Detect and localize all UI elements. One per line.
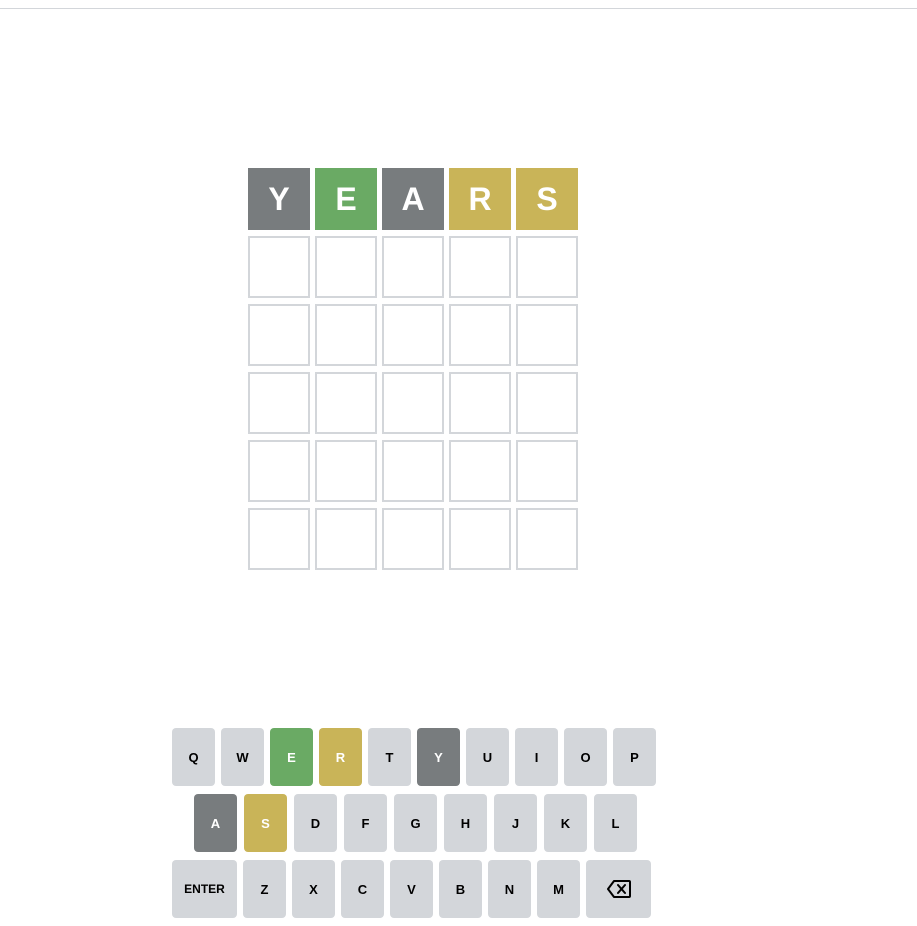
backspace-icon xyxy=(606,880,631,898)
key-v[interactable]: V xyxy=(390,860,433,918)
key-e[interactable]: E xyxy=(270,728,313,786)
enter-key[interactable]: ENTER xyxy=(172,860,237,918)
board-tile-r2-c1 xyxy=(248,236,310,298)
board-tile-r6-c5 xyxy=(516,508,578,570)
board-tile-r1-c1: Y xyxy=(248,168,310,230)
key-b[interactable]: B xyxy=(439,860,482,918)
board-tile-r4-c2 xyxy=(315,372,377,434)
keyboard-row-3: ENTER Z X C V B N M xyxy=(172,860,662,918)
board-tile-r1-c3: A xyxy=(382,168,444,230)
key-w[interactable]: W xyxy=(221,728,264,786)
board-tile-r6-c1 xyxy=(248,508,310,570)
key-y[interactable]: Y xyxy=(417,728,460,786)
key-o[interactable]: O xyxy=(564,728,607,786)
game-board: YEARS xyxy=(248,168,578,570)
board-tile-r2-c2 xyxy=(315,236,377,298)
on-screen-keyboard: Q W E R T Y U I O P A S D F G H J K L ENTER Z X C V B N M xyxy=(172,728,662,926)
board-tile-r2-c3 xyxy=(382,236,444,298)
board-tile-r3-c1 xyxy=(248,304,310,366)
key-u[interactable]: U xyxy=(466,728,509,786)
board-tile-r5-c4 xyxy=(449,440,511,502)
board-tile-r6-c2 xyxy=(315,508,377,570)
board-tile-r2-c4 xyxy=(449,236,511,298)
key-n[interactable]: N xyxy=(488,860,531,918)
key-g[interactable]: G xyxy=(394,794,437,852)
board-tile-r5-c3 xyxy=(382,440,444,502)
key-k[interactable]: K xyxy=(544,794,587,852)
board-tile-r6-c4 xyxy=(449,508,511,570)
board-tile-r3-c5 xyxy=(516,304,578,366)
board-tile-r5-c2 xyxy=(315,440,377,502)
keyboard-row-1: QWERTYUIOP xyxy=(172,728,662,786)
board-tile-r4-c5 xyxy=(516,372,578,434)
keyboard-row-2: ASDFGHJKL xyxy=(172,794,662,852)
key-j[interactable]: J xyxy=(494,794,537,852)
key-r[interactable]: R xyxy=(319,728,362,786)
key-s[interactable]: S xyxy=(244,794,287,852)
key-h[interactable]: H xyxy=(444,794,487,852)
key-l[interactable]: L xyxy=(594,794,637,852)
board-tile-r3-c2 xyxy=(315,304,377,366)
key-c[interactable]: C xyxy=(341,860,384,918)
board-tile-r5-c1 xyxy=(248,440,310,502)
board-tile-r1-c4: R xyxy=(449,168,511,230)
board-tile-r4-c4 xyxy=(449,372,511,434)
board-tile-r6-c3 xyxy=(382,508,444,570)
key-x[interactable]: X xyxy=(292,860,335,918)
key-f[interactable]: F xyxy=(344,794,387,852)
header-divider xyxy=(0,8,917,9)
board-tile-r3-c3 xyxy=(382,304,444,366)
key-t[interactable]: T xyxy=(368,728,411,786)
key-m[interactable]: M xyxy=(537,860,580,918)
key-p[interactable]: P xyxy=(613,728,656,786)
key-d[interactable]: D xyxy=(294,794,337,852)
board-tile-r1-c5: S xyxy=(516,168,578,230)
board-tile-r1-c2: E xyxy=(315,168,377,230)
board-tile-r2-c5 xyxy=(516,236,578,298)
board-tile-r5-c5 xyxy=(516,440,578,502)
key-z[interactable]: Z xyxy=(243,860,286,918)
key-q[interactable]: Q xyxy=(172,728,215,786)
key-a[interactable]: A xyxy=(194,794,237,852)
board-tile-r4-c1 xyxy=(248,372,310,434)
key-i[interactable]: I xyxy=(515,728,558,786)
board-tile-r4-c3 xyxy=(382,372,444,434)
board-tile-r3-c4 xyxy=(449,304,511,366)
backspace-key[interactable] xyxy=(586,860,651,918)
